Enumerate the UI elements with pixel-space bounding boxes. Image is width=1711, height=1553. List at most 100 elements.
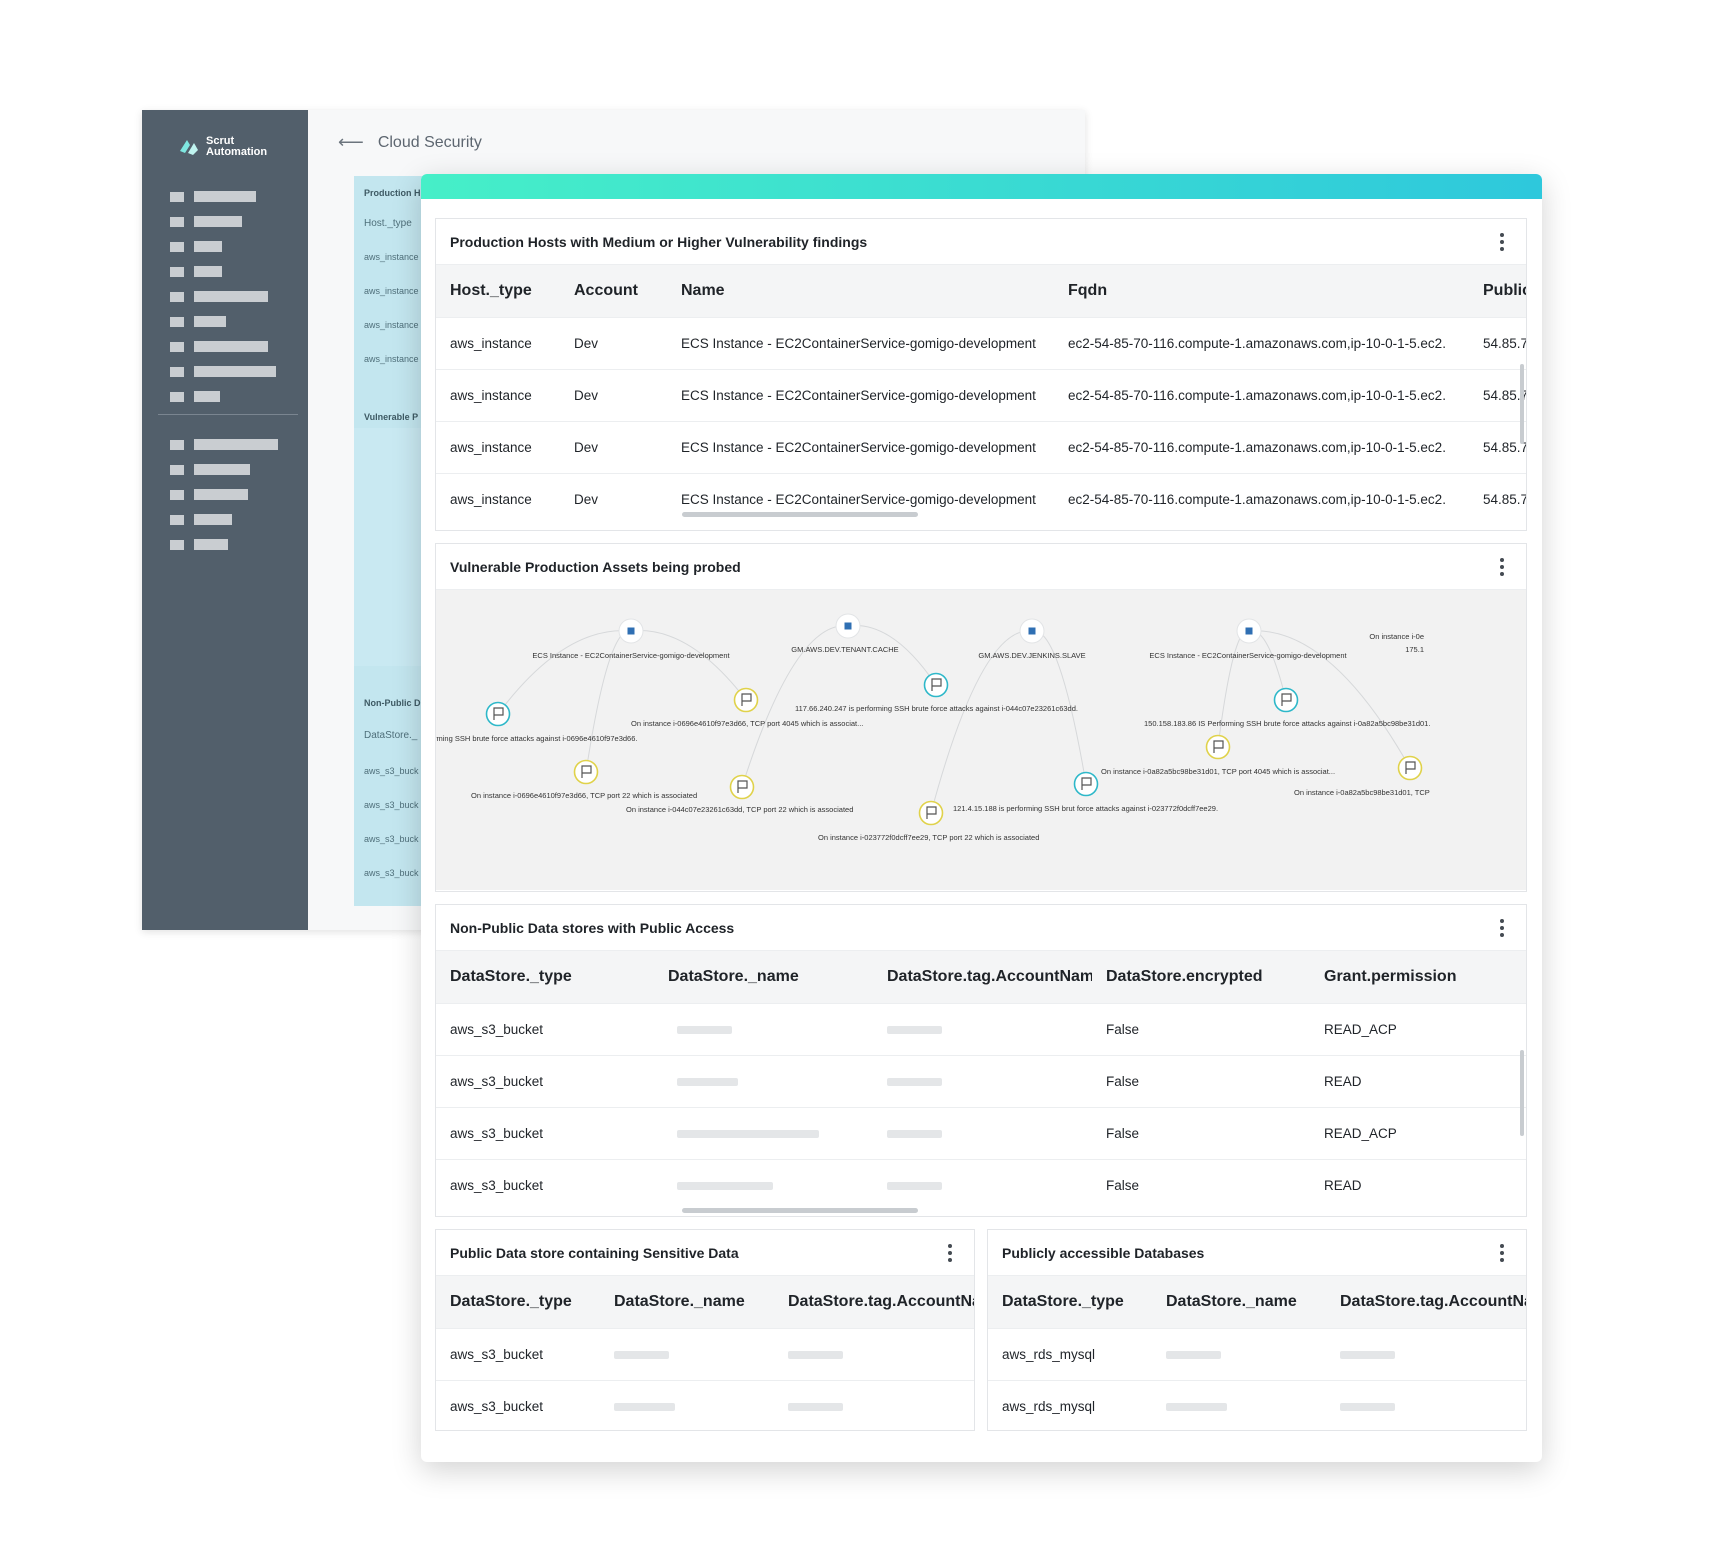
back-arrow-icon[interactable]: ⟵ [338, 132, 364, 153]
table-cell: ec2-54-85-70-116.compute-1.amazonaws.com… [1054, 421, 1469, 474]
sidebar-item[interactable] [170, 432, 278, 457]
horizontal-scrollbar[interactable] [682, 512, 918, 517]
sidebar-item[interactable] [170, 284, 276, 309]
finding-node[interactable] [729, 774, 755, 800]
table-row[interactable]: aws_s3_bucket [436, 1380, 974, 1430]
sidebar-item[interactable] [170, 359, 276, 384]
column-header[interactable]: DataStore._type [436, 1276, 600, 1329]
column-header[interactable]: DataStore.tag.AccountName [1326, 1276, 1526, 1329]
asset-node-icon [844, 622, 852, 630]
panel-production-hosts: Production Hosts with Medium or Higher V… [435, 218, 1527, 531]
nav-icon [170, 391, 184, 402]
vertical-scrollbar[interactable] [1520, 1050, 1524, 1136]
more-options-icon[interactable] [1492, 916, 1512, 940]
graph-edge [630, 630, 747, 701]
nav-label-placeholder [194, 291, 268, 302]
finding-node[interactable] [1273, 687, 1299, 713]
table-row[interactable]: aws_s3_bucket [436, 1328, 974, 1381]
scrut-logo-icon [180, 140, 198, 155]
redacted-cell [774, 1380, 974, 1430]
sidebar-item[interactable] [170, 334, 276, 359]
sidebar-item[interactable] [170, 384, 276, 409]
page-title: Cloud Security [377, 133, 482, 151]
table-row[interactable]: aws_rds_mysql [988, 1380, 1526, 1430]
column-header[interactable]: DataStore.tag.AccountName [873, 951, 1092, 1004]
column-header[interactable]: DataStore._type [988, 1276, 1152, 1329]
bg-cell: aws_instance [364, 286, 419, 296]
finding-node[interactable] [923, 672, 949, 698]
table-cell: False [1092, 1107, 1310, 1160]
finding-node[interactable] [733, 687, 759, 713]
sidebar-item[interactable] [170, 309, 276, 334]
sidebar-item[interactable] [170, 234, 276, 259]
table-cell: aws_instance [436, 421, 560, 474]
sidebar-item[interactable] [170, 184, 276, 209]
more-options-icon[interactable] [1492, 1241, 1512, 1265]
column-header[interactable]: DataStore._type [436, 951, 654, 1004]
column-header[interactable]: Public [1469, 265, 1526, 318]
background-dashboard-column: Production H Host._type aws_instance aws… [354, 176, 424, 906]
finding-node[interactable] [485, 701, 511, 727]
table-row[interactable]: aws_s3_bucket False READ_ACP [436, 1003, 1526, 1056]
vertical-scrollbar[interactable] [1520, 364, 1524, 444]
table-row[interactable]: aws_s3_bucket False READ_ACP [436, 1107, 1526, 1160]
redacted-cell [1326, 1380, 1526, 1430]
table-row[interactable]: aws_instance Dev ECS Instance - EC2Contain… [436, 317, 1526, 370]
sidebar-item[interactable] [170, 457, 278, 482]
sidebar-item[interactable] [170, 532, 278, 557]
column-header[interactable]: Account [560, 265, 667, 318]
bg-cell: aws_s3_buck [364, 766, 419, 776]
asset-node-icon [627, 627, 635, 635]
asset-graph[interactable]: ECS Instance - EC2ContainerService-gomig… [436, 590, 1526, 890]
finding-label: 175.1 [1405, 645, 1424, 654]
finding-node[interactable] [1205, 734, 1231, 760]
table-cell: aws_instance [436, 369, 560, 422]
column-header[interactable]: Fqdn [1054, 265, 1469, 318]
column-header[interactable]: DataStore._name [654, 951, 873, 1004]
column-header[interactable]: DataStore.tag.AccountName [774, 1276, 974, 1329]
table-cell: False [1092, 1003, 1310, 1056]
table-row[interactable]: aws_s3_bucket False READ [436, 1159, 1526, 1211]
table-row[interactable]: aws_s3_bucket False READ [436, 1055, 1526, 1108]
sidebar-item[interactable] [170, 482, 278, 507]
horizontal-scrollbar[interactable] [682, 1208, 918, 1213]
panel-header: Publicly accessible Databases [988, 1230, 1526, 1276]
table-row[interactable]: aws_instance Dev ECS Instance - EC2Contain… [436, 473, 1526, 525]
finding-node[interactable] [1073, 771, 1099, 797]
graph-edge [497, 630, 632, 715]
column-header[interactable]: DataStore._name [1152, 1276, 1326, 1329]
finding-label: 117.66.240.247 is performing SSH brute f… [795, 704, 1078, 713]
asset-graph-canvas[interactable]: ECS Instance - EC2ContainerService-gomig… [436, 590, 1526, 890]
nav-label-placeholder [194, 539, 228, 550]
sidebar-item[interactable] [170, 259, 276, 284]
column-header[interactable]: Host._type [436, 265, 560, 318]
column-header[interactable]: DataStore._name [600, 1276, 774, 1329]
nav-label-placeholder [194, 464, 250, 475]
asset-label: GM.AWS.DEV.JENKINS.SLAVE [978, 651, 1085, 660]
finding-node[interactable] [573, 759, 599, 785]
table-row[interactable]: aws_instance Dev ECS Instance - EC2Contain… [436, 421, 1526, 474]
panel-public-databases: Publicly accessible Databases DataStore.… [987, 1229, 1527, 1431]
column-header[interactable]: DataStore.encrypted [1092, 951, 1310, 1004]
table-row[interactable]: aws_instance Dev ECS Instance - EC2Contain… [436, 369, 1526, 422]
table-cell: 54.85.7 [1469, 369, 1526, 422]
column-header[interactable]: Name [667, 265, 1054, 318]
sidebar-item[interactable] [170, 507, 278, 532]
finding-label: rming SSH brute force attacks against i-… [436, 734, 637, 743]
column-header[interactable]: Grant.permission [1310, 951, 1526, 1004]
redacted-cell [1152, 1328, 1326, 1381]
redacted-cell [1326, 1328, 1526, 1381]
nav-icon [170, 514, 184, 525]
app-logo[interactable]: Scrut Automation [178, 136, 267, 158]
finding-node[interactable] [1397, 755, 1423, 781]
sidebar-item[interactable] [170, 209, 276, 234]
table-row[interactable]: aws_rds_mysql [988, 1328, 1526, 1381]
more-options-icon[interactable] [1492, 555, 1512, 579]
redacted-cell [654, 1055, 873, 1108]
finding-node[interactable] [918, 800, 944, 826]
bg-cell: aws_instance [364, 320, 419, 330]
table-cell: READ_ACP [1310, 1107, 1526, 1160]
table-cell: aws_s3_bucket [436, 1159, 654, 1211]
more-options-icon[interactable] [940, 1241, 960, 1265]
more-options-icon[interactable] [1492, 230, 1512, 254]
